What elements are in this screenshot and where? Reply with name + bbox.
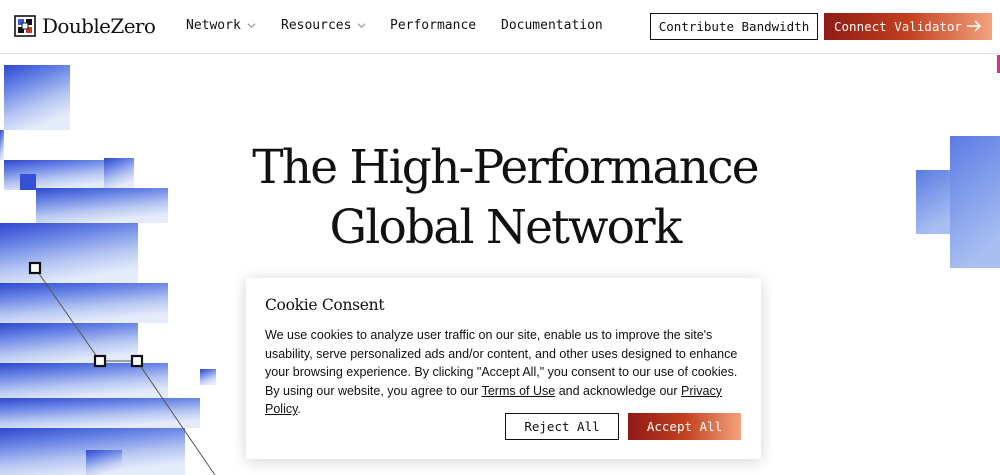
cookie-consent-dialog: Cookie Consent We use cookies to analyze…: [246, 278, 761, 459]
nav-item-label: Documentation: [501, 18, 603, 33]
pixel-network-graphic: [0, 65, 216, 475]
doublezero-logo-icon: [14, 15, 36, 37]
cookie-consent-text: We use cookies to analyze user traffic o…: [265, 326, 747, 419]
hero-title-line-1: The High-Performance: [252, 140, 759, 195]
contribute-bandwidth-button[interactable]: Contribute Bandwidth: [650, 13, 818, 40]
arrow-right-icon: [967, 20, 982, 32]
connect-validator-button[interactable]: Connect Validator: [824, 13, 992, 40]
nav-item-documentation[interactable]: Documentation: [501, 18, 603, 33]
nav-item-label: Performance: [390, 18, 477, 33]
nav-item-label: Network: [186, 18, 241, 33]
top-navigation: DoubleZero Network Resources Performance…: [0, 0, 1000, 54]
nav-item-network[interactable]: Network: [186, 18, 256, 33]
chevron-down-icon: [247, 23, 256, 29]
hero-title: The High-Performance Global Network: [170, 138, 840, 258]
brand-logo[interactable]: DoubleZero: [14, 14, 156, 38]
nav-item-resources[interactable]: Resources: [281, 18, 366, 33]
nav-item-label: Resources: [281, 18, 352, 33]
hero-title-line-2: Global Network: [329, 200, 682, 255]
reject-all-button[interactable]: Reject All: [505, 413, 619, 440]
nav-item-performance[interactable]: Performance: [390, 18, 476, 33]
accept-all-button[interactable]: Accept All: [628, 413, 741, 440]
cookie-text-end: .: [297, 402, 301, 417]
pixel-graphic-right: [916, 136, 1000, 268]
cookie-text-connector: and acknowledge our: [555, 383, 681, 398]
brand-name: DoubleZero: [42, 14, 156, 38]
cookie-consent-title: Cookie Consent: [265, 296, 385, 314]
connect-validator-label: Connect Validator: [834, 19, 962, 34]
terms-of-use-link[interactable]: Terms of Use: [482, 384, 556, 398]
chevron-down-icon: [357, 23, 366, 29]
